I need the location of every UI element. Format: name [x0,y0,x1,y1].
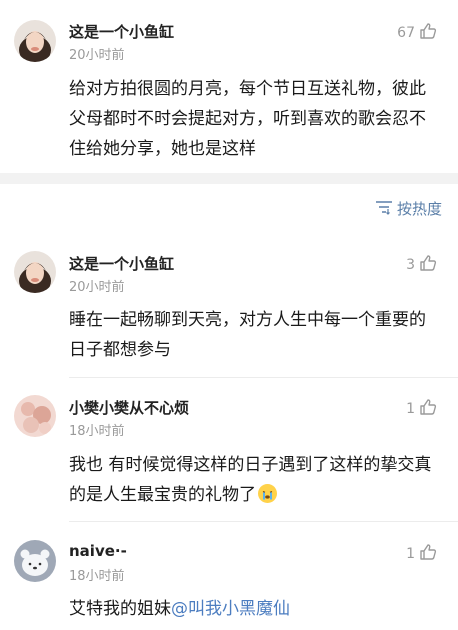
timestamp: 20小时前 [69,280,125,295]
like-count: 67 [397,25,415,41]
like-count: 1 [406,546,415,562]
comment-text-content: 我也 有时候觉得这样的日子遇到了这样的挚交真的是人生最宝贵的礼物了 [69,455,432,505]
like-button[interactable]: 67 [397,21,438,45]
username[interactable]: 这是一个小鱼缸 [69,253,174,274]
sort-icon [375,199,393,219]
username[interactable]: naive·- [69,542,127,560]
sort-button[interactable]: 按热度 [375,198,442,219]
username[interactable]: 这是一个小鱼缸 [69,21,174,42]
comment-text-content: 艾特我的姐妹 [69,599,171,619]
avatar[interactable] [14,20,56,62]
like-count: 1 [406,401,415,417]
timestamp: 18小时前 [69,424,125,439]
avatar[interactable] [14,251,56,293]
like-button[interactable]: 3 [406,253,438,277]
section-divider [0,173,458,184]
comment-text: 睡在一起畅聊到天亮，对方人生中每一个重要的日子都想参与 [69,310,426,360]
mention-link[interactable]: @叫我小黑魔仙 [171,599,290,619]
divider [69,521,458,522]
comment-text: 艾特我的姐妹@叫我小黑魔仙 [69,594,441,624]
sort-label: 按热度 [396,200,442,218]
timestamp: 18小时前 [69,569,125,584]
thumbs-up-icon [418,397,438,421]
timestamp: 20小时前 [69,48,125,63]
comment-text: 给对方拍很圆的月亮，每个节日互送礼物，彼此父母都时不时会提起对方，听到喜欢的歌会… [69,79,426,159]
username[interactable]: 小樊小樊从不心烦 [69,397,189,418]
divider [69,377,458,378]
avatar[interactable] [14,395,56,437]
like-count: 3 [406,257,415,273]
crying-face-emoji [258,484,277,503]
thumbs-up-icon [418,21,438,45]
comment-text: 我也 有时候觉得这样的日子遇到了这样的挚交真的是人生最宝贵的礼物了 [69,450,441,510]
avatar[interactable] [14,540,56,582]
thumbs-up-icon [418,253,438,277]
like-button[interactable]: 1 [406,542,438,566]
like-button[interactable]: 1 [406,397,438,421]
thumbs-up-icon [418,542,438,566]
